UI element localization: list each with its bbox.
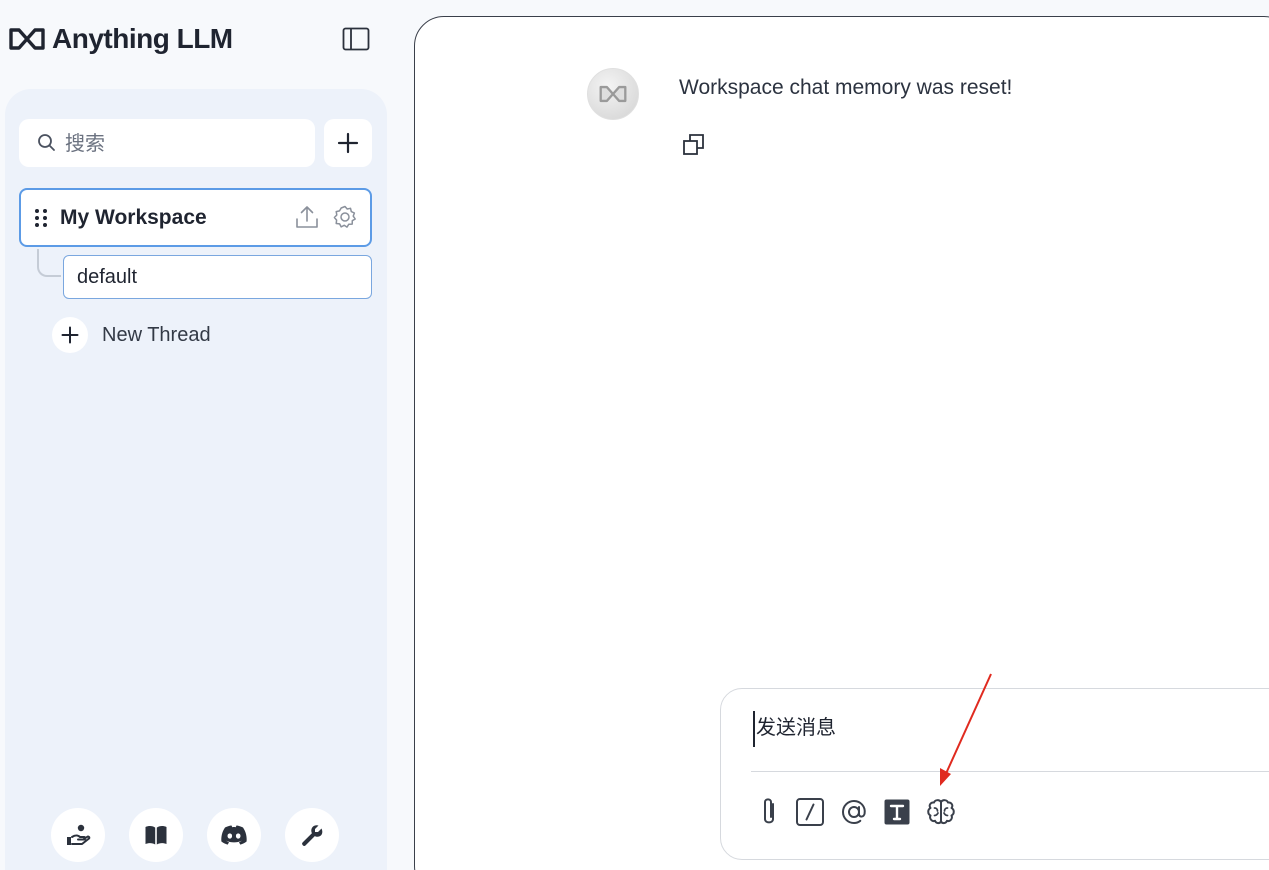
copy-icon (683, 134, 704, 155)
sidebar-toggle-icon (342, 27, 370, 51)
slash-command-icon (796, 798, 824, 826)
docs-book-icon (145, 826, 167, 845)
slash-command-button[interactable] (795, 797, 825, 827)
message-input[interactable] (753, 711, 1269, 747)
brand-name: Anything LLM (52, 23, 233, 54)
copy-message-button[interactable] (681, 132, 709, 160)
upload-button[interactable] (294, 204, 320, 230)
add-workspace-button[interactable] (324, 119, 372, 167)
docs-button[interactable] (129, 808, 183, 862)
mention-icon (841, 799, 866, 825)
assistant-message: Workspace chat memory was reset! (679, 76, 1013, 99)
anythingllm-logo-icon (9, 28, 45, 50)
agent-brain-button[interactable] (925, 797, 957, 827)
sidebar-footer (51, 808, 339, 862)
plus-icon (337, 132, 359, 154)
gear-icon (333, 205, 356, 228)
search-input[interactable] (65, 131, 305, 155)
brand: Anything LLM (8, 22, 233, 56)
attach-button[interactable] (757, 795, 781, 829)
thread-connector (37, 249, 61, 277)
composer-divider (751, 771, 1269, 772)
upload-icon (296, 206, 318, 228)
message-composer (720, 688, 1269, 860)
text-size-button[interactable] (883, 798, 911, 826)
attach-icon (764, 798, 774, 824)
workspace-name: My Workspace (60, 205, 207, 229)
thread-item-default[interactable]: default (63, 255, 372, 299)
text-size-icon (884, 799, 910, 825)
discord-icon (221, 825, 247, 845)
new-thread-button[interactable]: New Thread (52, 317, 211, 353)
discord-button[interactable] (207, 808, 261, 862)
sidebar-toggle-button[interactable] (341, 26, 371, 52)
composer-toolbar (757, 795, 957, 829)
new-thread-label: New Thread (102, 323, 211, 346)
search-box[interactable] (19, 119, 315, 167)
workspace-settings-button[interactable] (332, 204, 358, 230)
workspace-item-my-workspace[interactable]: My Workspace (19, 188, 372, 247)
settings-button[interactable] (285, 808, 339, 862)
new-thread-plus-icon (52, 317, 88, 353)
mention-button[interactable] (839, 797, 869, 827)
brain-icon (927, 799, 955, 825)
anythingllm-logo-icon (599, 85, 627, 103)
search-icon (38, 134, 55, 151)
community-button[interactable] (51, 808, 105, 862)
settings-wrench-icon (302, 825, 323, 846)
drag-handle-icon[interactable] (34, 207, 48, 229)
assistant-avatar (587, 68, 639, 120)
community-hand-icon (67, 824, 91, 845)
